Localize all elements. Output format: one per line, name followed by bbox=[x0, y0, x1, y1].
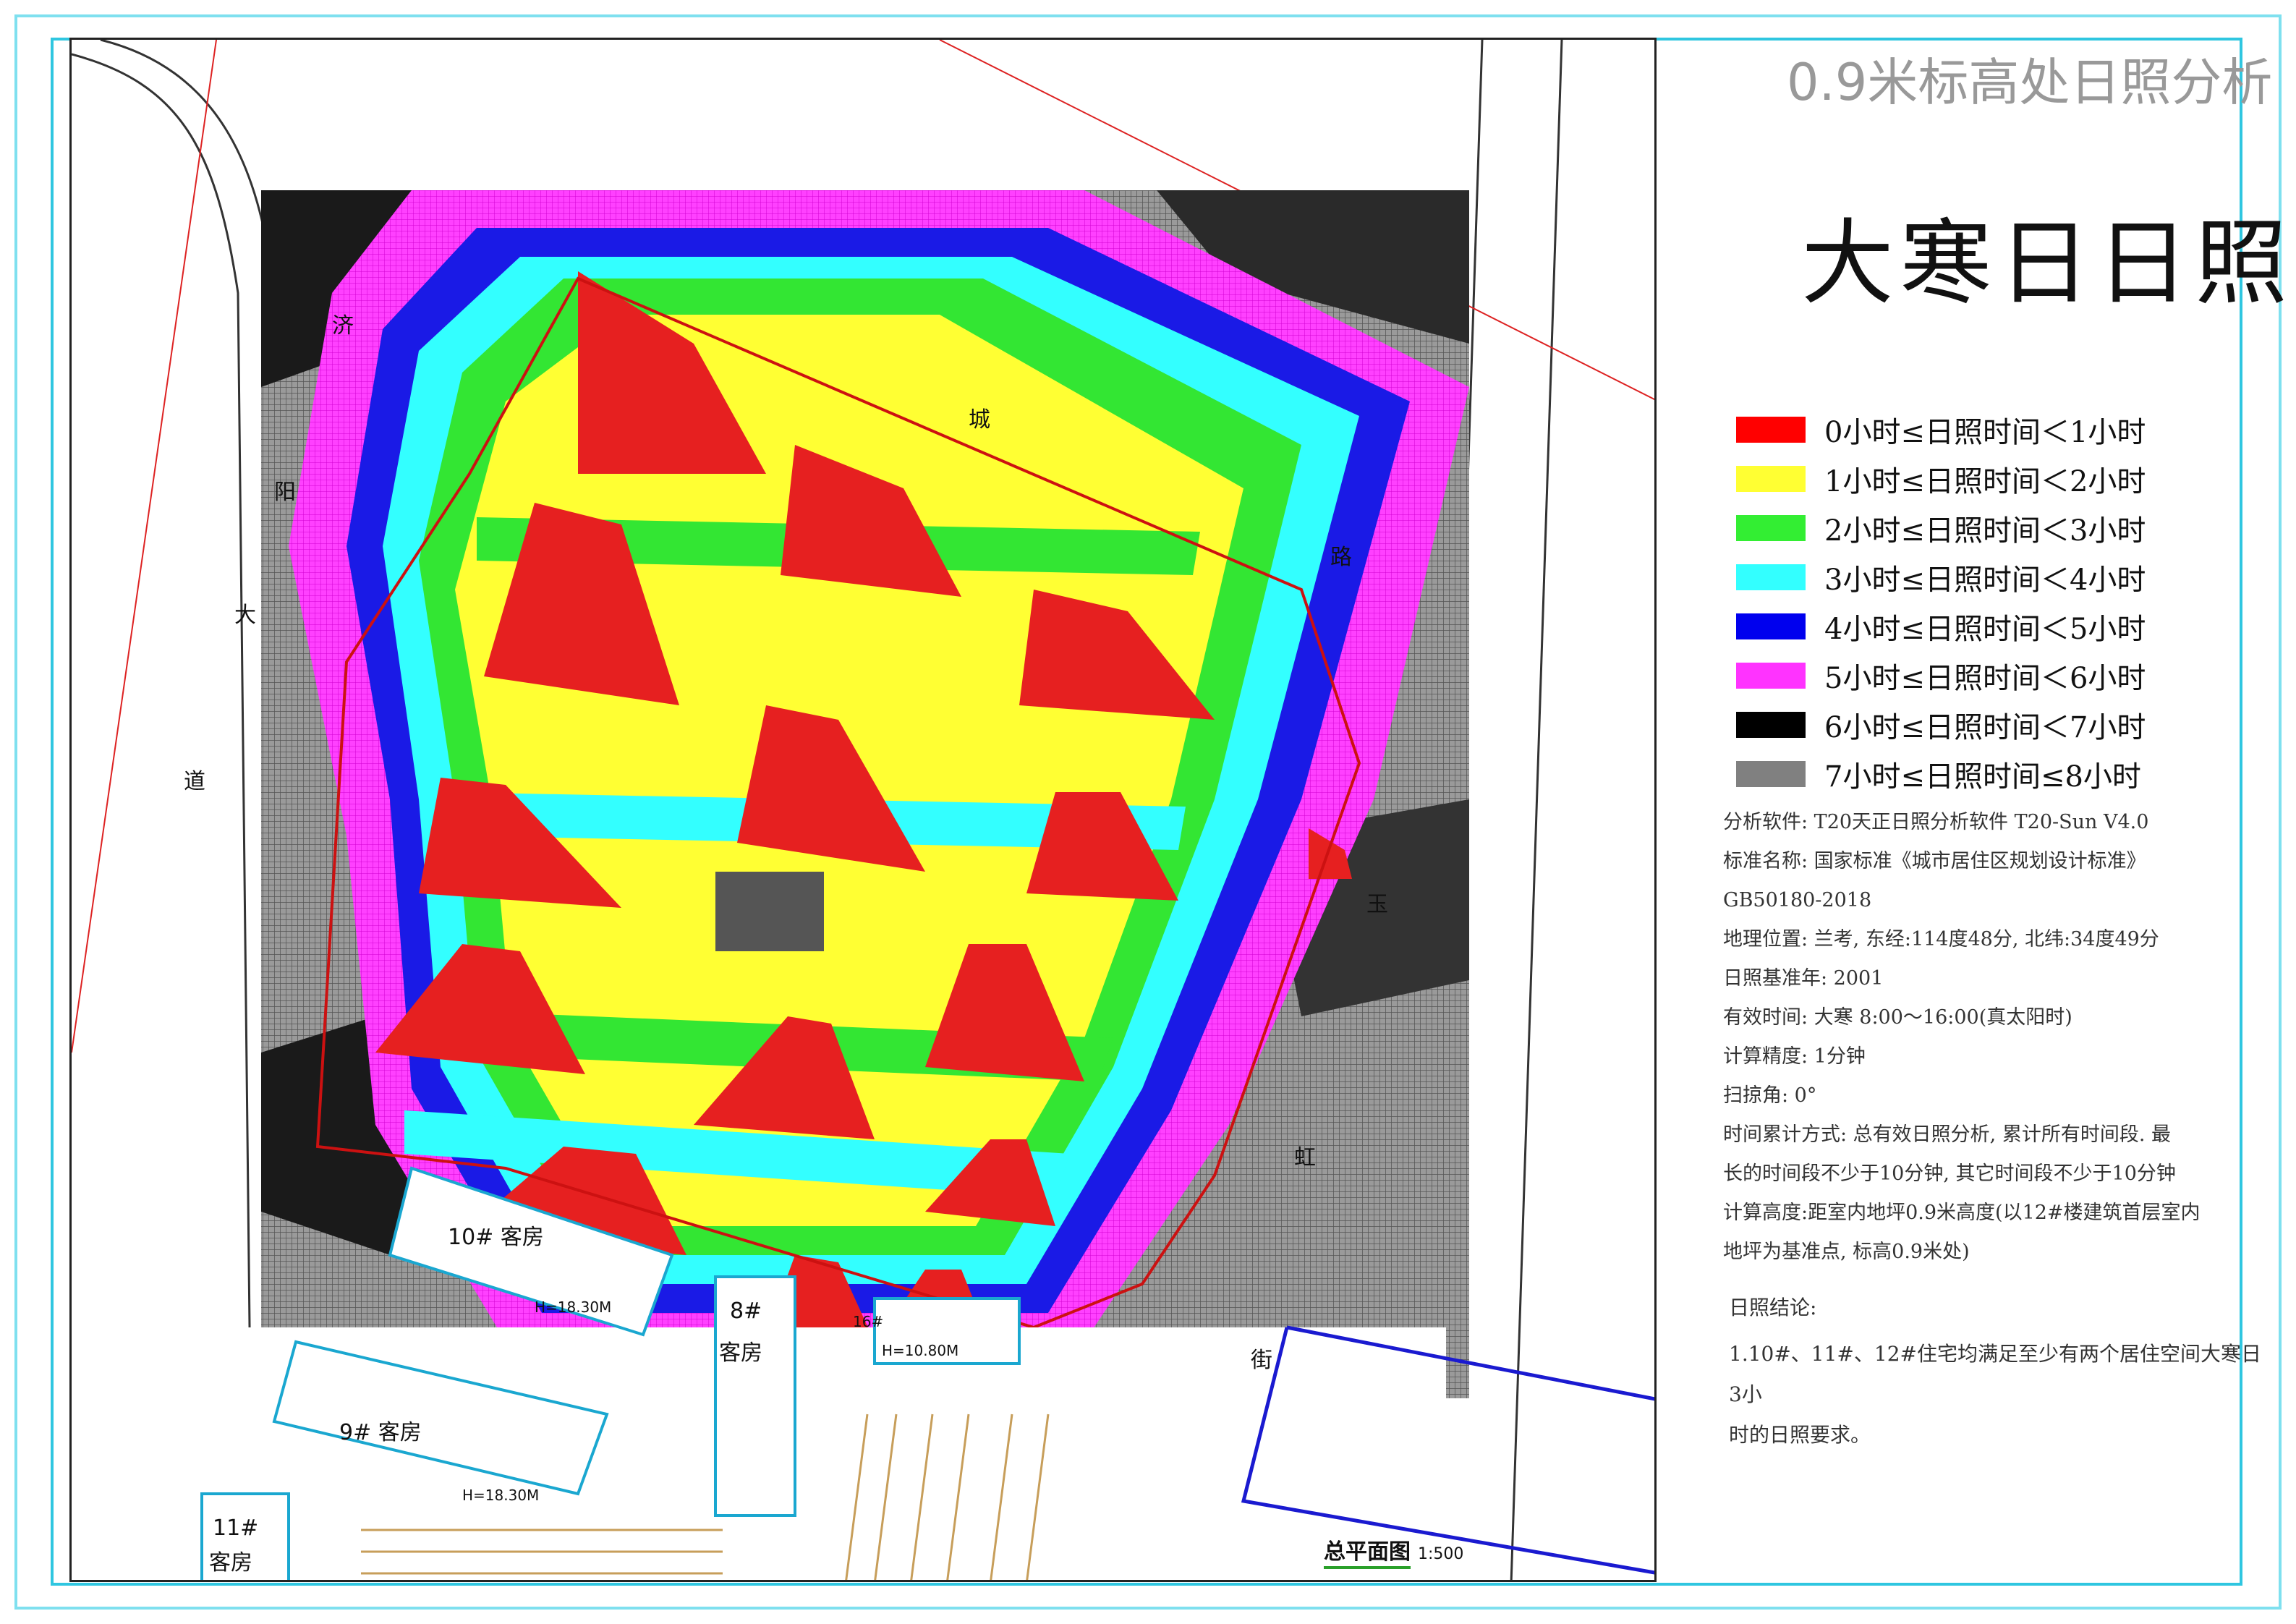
legend-swatch bbox=[1736, 663, 1806, 689]
street-char-3: 阳 bbox=[274, 480, 296, 505]
info-line: 计算高度:距室内地坪0.9米高度(以12#楼建筑首层室内 bbox=[1723, 1202, 2201, 1224]
legend-label: 4小时≤日照时间＜5小时 bbox=[1824, 613, 2146, 646]
info-line: 标准名称: 国家标准《城市居住区规划设计标准》 bbox=[1723, 850, 2146, 872]
legend-swatch bbox=[1736, 712, 1806, 738]
info-line: 地理位置: 兰考, 东经:114度48分, 北纬:34度49分 bbox=[1723, 928, 2159, 951]
building-10-height: H=18.30M bbox=[535, 1298, 612, 1316]
legend-swatch bbox=[1736, 564, 1806, 590]
legend-swatch bbox=[1736, 466, 1806, 492]
legend-swatch bbox=[1736, 613, 1806, 639]
building-16-height: H=10.80M bbox=[882, 1342, 959, 1359]
info-line: 日照基准年: 2001 bbox=[1723, 967, 1884, 990]
building-9-height: H=18.30M bbox=[462, 1487, 540, 1504]
sunlight-heatmap bbox=[72, 40, 1654, 1580]
map-scale: 1:500 bbox=[1418, 1545, 1464, 1563]
legend-label: 0小时≤日照时间＜1小时 bbox=[1824, 416, 2146, 449]
legend-item: 7小时≤日照时间≤8小时 bbox=[1736, 749, 2257, 799]
building-11-sublabel: 客房 bbox=[209, 1550, 252, 1576]
legend-item: 0小时≤日照时间＜1小时 bbox=[1736, 405, 2257, 454]
info-line: 有效时间: 大寒 8:00～16:00(真太阳时) bbox=[1723, 1006, 2072, 1029]
page-subtitle: 0.9米标高处日照分析 bbox=[1787, 53, 2273, 112]
street-char-4: 济 bbox=[332, 313, 354, 339]
info-line: 扫掠角: 0° bbox=[1723, 1084, 1817, 1107]
legend-item: 5小时≤日照时间＜6小时 bbox=[1736, 651, 2257, 700]
legend-label: 2小时≤日照时间＜3小时 bbox=[1824, 514, 2146, 548]
building-9-label: 9# 客房 bbox=[339, 1420, 422, 1445]
info-line: 分析软件: T20天正日照分析软件 T20-Sun V4.0 bbox=[1723, 811, 2149, 833]
legend-swatch bbox=[1736, 761, 1806, 787]
street-char-8: 城 bbox=[969, 407, 990, 433]
legend-label: 7小时≤日照时间≤8小时 bbox=[1824, 760, 2141, 794]
street-char-9: 路 bbox=[1330, 545, 1352, 570]
street-char-5: 玉 bbox=[1366, 892, 1388, 917]
info-line: 长的时间段不少于10分钟, 其它时间段不少于10分钟 bbox=[1723, 1162, 2176, 1185]
legend: 0小时≤日照时间＜1小时 1小时≤日照时间＜2小时 2小时≤日照时间＜3小时 3… bbox=[1736, 405, 2257, 799]
conclusion-line: 1.10#、11#、12#住宅均满足至少有两个居住空间大寒日3小 bbox=[1729, 1342, 2261, 1406]
site-plan-map: 10# 客房 H=18.30M 9# 客房 H=18.30M 8# 客房 11#… bbox=[69, 38, 1657, 1582]
legend-swatch bbox=[1736, 417, 1806, 443]
legend-swatch bbox=[1736, 515, 1806, 541]
legend-item: 4小时≤日照时间＜5小时 bbox=[1736, 602, 2257, 651]
analysis-info: 分析软件: T20天正日照分析软件 T20-Sun V4.0 标准名称: 国家标… bbox=[1723, 803, 2273, 1272]
conclusion-heading: 日照结论: bbox=[1729, 1296, 1817, 1319]
street-char-2: 道 bbox=[184, 769, 205, 794]
page-title: 大寒日日照 bbox=[1801, 210, 2294, 318]
building-8-sublabel: 客房 bbox=[719, 1340, 762, 1366]
legend-item: 3小时≤日照时间＜4小时 bbox=[1736, 553, 2257, 602]
legend-item: 6小时≤日照时间＜7小时 bbox=[1736, 700, 2257, 749]
legend-item: 2小时≤日照时间＜3小时 bbox=[1736, 503, 2257, 553]
map-caption: 总平面图 1:500 bbox=[1324, 1534, 1464, 1569]
legend-label: 1小时≤日照时间＜2小时 bbox=[1824, 465, 2146, 498]
legend-label: 5小时≤日照时间＜6小时 bbox=[1824, 662, 2146, 695]
map-caption-title: 总平面图 bbox=[1324, 1539, 1411, 1569]
building-11-label: 11# bbox=[213, 1515, 259, 1541]
conclusion-line: 时的日照要求。 bbox=[1729, 1423, 1871, 1447]
building-8-label: 8# bbox=[730, 1298, 762, 1324]
info-line: 地坪为基准点, 标高0.9米处) bbox=[1723, 1241, 1970, 1263]
legend-label: 3小时≤日照时间＜4小时 bbox=[1824, 564, 2146, 597]
legend-label: 6小时≤日照时间＜7小时 bbox=[1824, 711, 2146, 744]
conclusion: 日照结论: 1.10#、11#、12#住宅均满足至少有两个居住空间大寒日3小 时… bbox=[1729, 1288, 2264, 1455]
building-10-label: 10# 客房 bbox=[448, 1225, 544, 1250]
street-char-1: 大 bbox=[234, 603, 256, 628]
info-line: 时间累计方式: 总有效日照分析, 累计所有时间段. 最 bbox=[1723, 1123, 2172, 1146]
building-16-label: 16# bbox=[853, 1313, 884, 1330]
info-line: 计算精度: 1分钟 bbox=[1723, 1045, 1866, 1068]
info-line: GB50180-2018 bbox=[1723, 889, 1872, 911]
legend-item: 1小时≤日照时间＜2小时 bbox=[1736, 454, 2257, 503]
street-char-6: 虹 bbox=[1294, 1145, 1316, 1170]
street-char-7: 街 bbox=[1251, 1348, 1272, 1373]
